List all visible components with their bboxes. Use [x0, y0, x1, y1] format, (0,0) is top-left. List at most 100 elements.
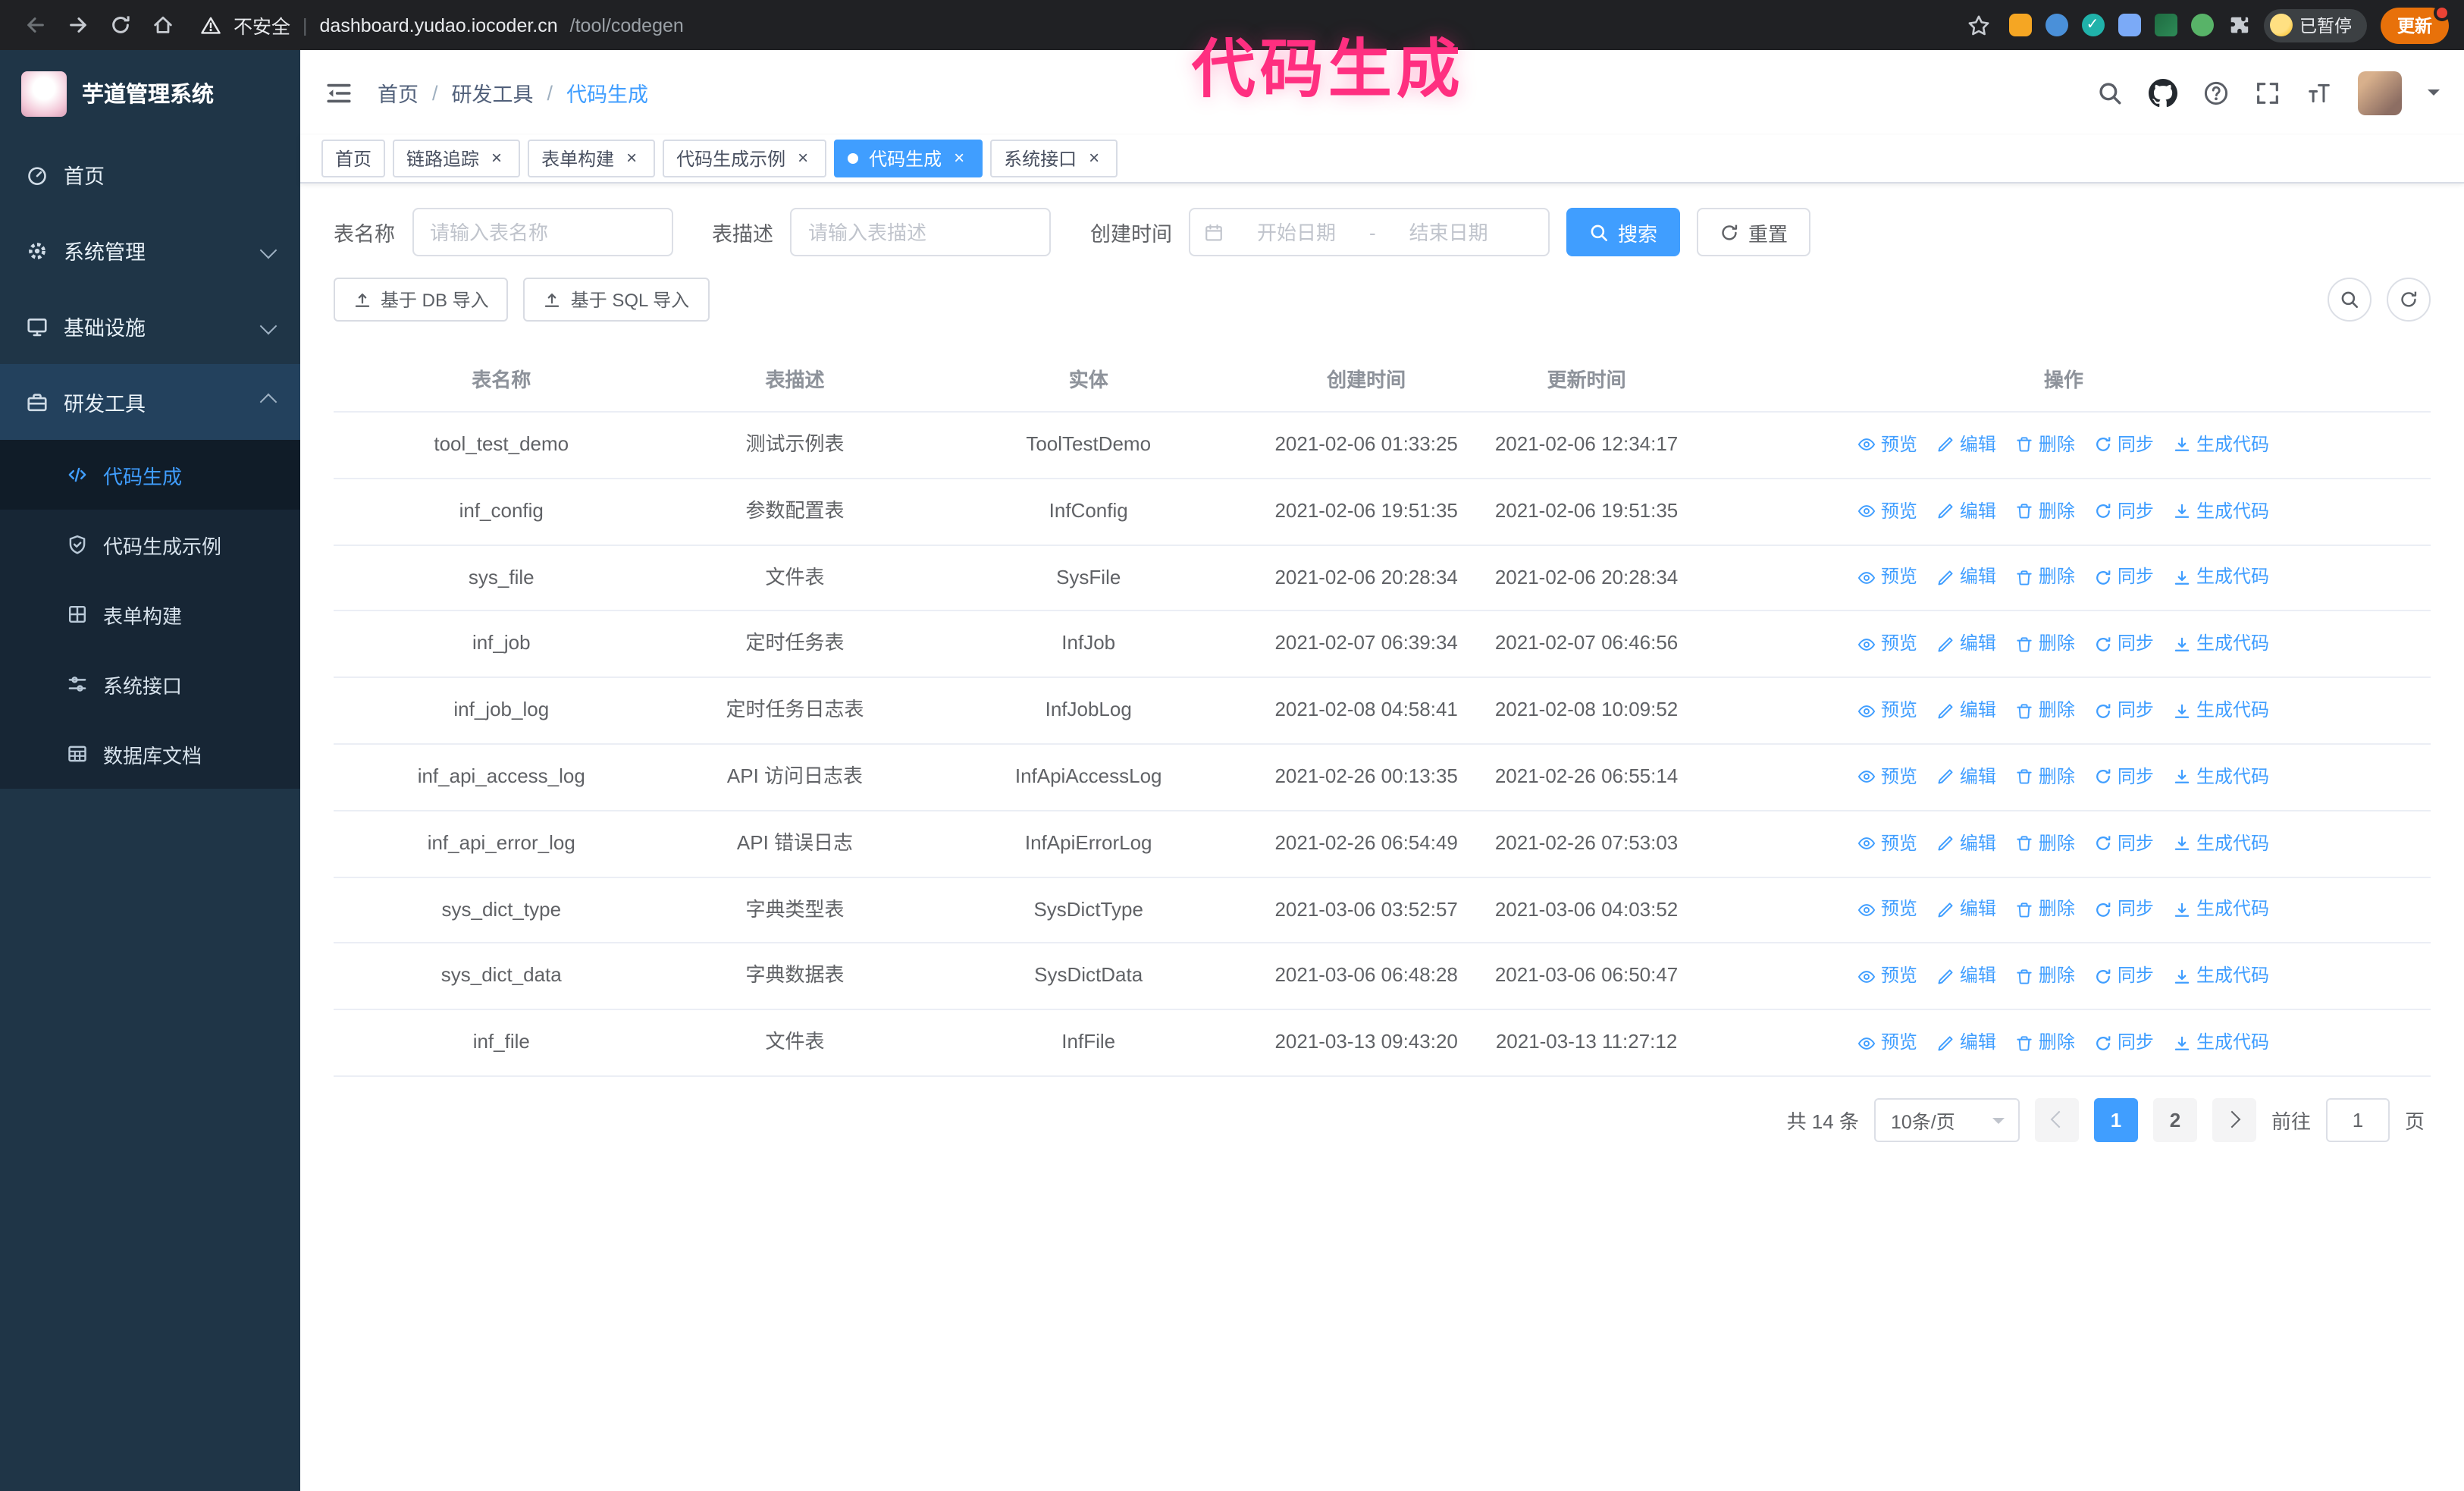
browser-update-button[interactable]: 更新	[2381, 4, 2450, 43]
date-end-input[interactable]	[1381, 219, 1516, 245]
search-icon[interactable]	[2097, 80, 2123, 105]
edit-action[interactable]: 编辑	[1937, 431, 1996, 460]
tab-codegen[interactable]: 代码生成 ×	[834, 140, 983, 177]
close-icon[interactable]: ×	[487, 149, 506, 168]
github-icon[interactable]	[2149, 78, 2177, 107]
date-range-picker[interactable]: -	[1189, 208, 1550, 256]
table-name-input[interactable]	[412, 208, 672, 256]
preview-action[interactable]: 预览	[1858, 696, 1917, 725]
generate-code-action[interactable]: 生成代码	[2174, 629, 2269, 658]
sync-action[interactable]: 同步	[2095, 629, 2154, 658]
preview-action[interactable]: 预览	[1858, 497, 1917, 526]
delete-action[interactable]: 删除	[2016, 896, 2075, 924]
date-start-input[interactable]	[1230, 219, 1363, 245]
sidebar-item-home[interactable]: 首页	[0, 137, 300, 212]
generate-code-action[interactable]: 生成代码	[2174, 829, 2269, 858]
preview-action[interactable]: 预览	[1858, 563, 1917, 592]
prev-page-button[interactable]	[2034, 1097, 2079, 1142]
sidebar-item-infrastructure[interactable]: 基础设施	[0, 288, 300, 364]
page-button-2[interactable]: 2	[2152, 1097, 2197, 1142]
sync-action[interactable]: 同步	[2095, 962, 2154, 990]
delete-action[interactable]: 删除	[2016, 1028, 2075, 1057]
edit-action[interactable]: 编辑	[1937, 563, 1996, 592]
help-icon[interactable]	[2203, 80, 2229, 105]
toggle-search-button[interactable]	[2328, 278, 2372, 322]
browser-back-button[interactable]	[15, 5, 55, 45]
delete-action[interactable]: 删除	[2016, 497, 2075, 526]
page-size-select[interactable]: 10条/页	[1873, 1097, 2020, 1142]
preview-action[interactable]: 预览	[1858, 896, 1917, 924]
delete-action[interactable]: 删除	[2016, 763, 2075, 792]
sync-action[interactable]: 同步	[2095, 829, 2154, 858]
edit-action[interactable]: 编辑	[1937, 763, 1996, 792]
table-desc-input[interactable]	[790, 208, 1051, 256]
browser-forward-button[interactable]	[58, 5, 97, 45]
sidebar-item-system-management[interactable]: 系统管理	[0, 212, 300, 288]
close-icon[interactable]: ×	[1084, 149, 1104, 168]
address-bar[interactable]: 不安全 | dashboard.yudao.iocoder.cn/tool/co…	[200, 11, 1990, 39]
sync-action[interactable]: 同步	[2095, 497, 2154, 526]
breadcrumb-dev-tools[interactable]: 研发工具	[452, 77, 534, 108]
fullscreen-icon[interactable]	[2255, 80, 2281, 105]
sync-action[interactable]: 同步	[2095, 563, 2154, 592]
sync-action[interactable]: 同步	[2095, 1028, 2154, 1057]
sidebar-logo[interactable]: 芋道管理系统	[0, 50, 300, 137]
avatar-caret-icon[interactable]	[2428, 89, 2440, 102]
generate-code-action[interactable]: 生成代码	[2174, 896, 2269, 924]
edit-action[interactable]: 编辑	[1937, 629, 1996, 658]
delete-action[interactable]: 删除	[2016, 696, 2075, 725]
search-button[interactable]: 搜索	[1566, 208, 1681, 256]
tab-form-builder[interactable]: 表单构建 ×	[528, 140, 656, 177]
preview-action[interactable]: 预览	[1858, 829, 1917, 858]
reset-button[interactable]: 重置	[1697, 208, 1811, 256]
preview-action[interactable]: 预览	[1858, 962, 1917, 990]
import-db-button[interactable]: 基于 DB 导入	[334, 278, 509, 322]
breadcrumb-home[interactable]: 首页	[378, 77, 419, 108]
tab-home[interactable]: 首页	[321, 140, 386, 177]
extensions-puzzle-icon[interactable]	[2227, 14, 2249, 36]
user-avatar[interactable]	[2358, 71, 2402, 115]
edit-action[interactable]: 编辑	[1937, 829, 1996, 858]
preview-action[interactable]: 预览	[1858, 431, 1917, 460]
sync-action[interactable]: 同步	[2095, 896, 2154, 924]
generate-code-action[interactable]: 生成代码	[2174, 763, 2269, 792]
extension-icon-6[interactable]	[2190, 14, 2213, 36]
preview-action[interactable]: 预览	[1858, 1028, 1917, 1057]
generate-code-action[interactable]: 生成代码	[2174, 696, 2269, 725]
sidebar-item-form-builder[interactable]: 表单构建	[0, 579, 300, 649]
extension-icon-1[interactable]	[2008, 14, 2031, 36]
generate-code-action[interactable]: 生成代码	[2174, 563, 2269, 592]
extension-icon-4[interactable]	[2118, 14, 2140, 36]
sync-action[interactable]: 同步	[2095, 431, 2154, 460]
close-icon[interactable]: ×	[622, 149, 641, 168]
generate-code-action[interactable]: 生成代码	[2174, 1028, 2269, 1057]
preview-action[interactable]: 预览	[1858, 763, 1917, 792]
import-sql-button[interactable]: 基于 SQL 导入	[523, 278, 710, 322]
preview-action[interactable]: 预览	[1858, 629, 1917, 658]
refresh-table-button[interactable]	[2387, 278, 2431, 322]
edit-action[interactable]: 编辑	[1937, 696, 1996, 725]
profile-badge[interactable]: 已暂停	[2263, 8, 2367, 42]
sidebar-item-dev-tools[interactable]: 研发工具	[0, 364, 300, 440]
edit-action[interactable]: 编辑	[1937, 896, 1996, 924]
delete-action[interactable]: 删除	[2016, 829, 2075, 858]
sidebar-item-codegen[interactable]: 代码生成	[0, 440, 300, 510]
generate-code-action[interactable]: 生成代码	[2174, 497, 2269, 526]
extension-icon-3[interactable]: ✓	[2081, 14, 2104, 36]
sidebar-item-system-api[interactable]: 系统接口	[0, 649, 300, 719]
sidebar-fold-icon[interactable]	[324, 78, 353, 107]
security-label[interactable]: 不安全	[234, 11, 290, 39]
page-button-1[interactable]: 1	[2093, 1097, 2138, 1142]
delete-action[interactable]: 删除	[2016, 629, 2075, 658]
extension-icon-2[interactable]	[2045, 14, 2067, 36]
extension-icon-5[interactable]	[2154, 14, 2177, 36]
sync-action[interactable]: 同步	[2095, 696, 2154, 725]
delete-action[interactable]: 删除	[2016, 563, 2075, 592]
next-page-button[interactable]	[2212, 1097, 2256, 1142]
edit-action[interactable]: 编辑	[1937, 497, 1996, 526]
generate-code-action[interactable]: 生成代码	[2174, 962, 2269, 990]
bookmark-star-icon[interactable]	[1966, 13, 1990, 37]
font-size-icon[interactable]	[2306, 80, 2332, 105]
close-icon[interactable]: ×	[793, 149, 813, 168]
delete-action[interactable]: 删除	[2016, 431, 2075, 460]
